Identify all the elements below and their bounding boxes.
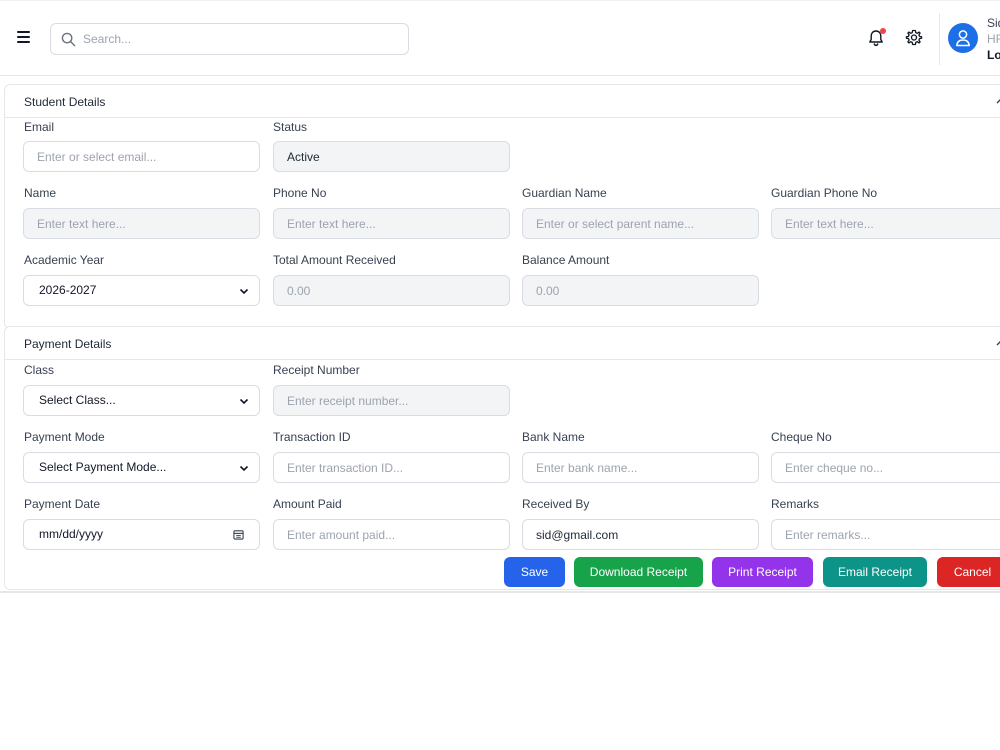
payment-date-label: Payment Date: [24, 497, 101, 511]
total-received-field: [273, 275, 510, 306]
payment-mode-value: Select Payment Mode...: [39, 460, 167, 474]
user-role: HR: [987, 32, 1000, 46]
print-receipt-button[interactable]: Print Receipt: [712, 557, 813, 587]
email-receipt-button[interactable]: Email Receipt: [823, 557, 927, 587]
balance-field: [522, 275, 759, 306]
academic-year-label: Academic Year: [24, 253, 105, 267]
status-field: [273, 141, 510, 172]
section-title: Student Details: [24, 95, 106, 109]
class-value: Select Class...: [39, 393, 116, 407]
receipt-number-field[interactable]: [273, 385, 510, 416]
save-button[interactable]: Save: [504, 557, 565, 587]
email-field[interactable]: [23, 141, 260, 172]
settings-button[interactable]: [904, 28, 926, 50]
received-by-label: Received By: [522, 497, 590, 511]
status-label: Status: [273, 120, 308, 134]
received-by-field[interactable]: [522, 519, 759, 550]
chevron-down-icon: [239, 465, 249, 472]
page-divider: [0, 591, 1000, 593]
name-field[interactable]: [23, 208, 260, 239]
transaction-id-label: Transaction ID: [273, 430, 351, 444]
chevron-down-icon: [239, 398, 249, 405]
payment-mode-select[interactable]: Select Payment Mode...: [23, 452, 260, 483]
avatar[interactable]: [948, 23, 978, 53]
phone-field[interactable]: [273, 208, 510, 239]
student-details-header[interactable]: Student Details: [5, 85, 1000, 118]
payment-mode-label: Payment Mode: [24, 430, 105, 444]
guardian-phone-label: Guardian Phone No: [771, 186, 878, 200]
chevron-down-icon: [239, 288, 249, 295]
download-receipt-button[interactable]: Download Receipt: [574, 557, 703, 587]
search-box[interactable]: [50, 23, 409, 55]
menu-icon[interactable]: [14, 28, 34, 48]
cancel-button[interactable]: Cancel: [937, 557, 1000, 587]
remarks-label: Remarks: [771, 497, 820, 511]
guardian-phone-field[interactable]: [771, 208, 1000, 239]
email-label: Email: [24, 120, 55, 134]
phone-label: Phone No: [273, 186, 327, 200]
user-info: Sid HR Logout: [987, 15, 1000, 63]
chevron-up-icon[interactable]: [995, 96, 1000, 106]
user-name: Sid: [987, 16, 1000, 30]
search-input[interactable]: [83, 24, 403, 54]
payment-date-value: mm/dd/yyyy: [39, 527, 104, 541]
section-title: Payment Details: [24, 337, 112, 351]
gear-icon: [905, 29, 923, 46]
top-bar: Sid HR Logout: [0, 0, 1000, 76]
transaction-id-field[interactable]: [273, 452, 510, 483]
balance-label: Balance Amount: [522, 253, 610, 267]
guardian-name-label: Guardian Name: [522, 186, 607, 200]
payment-details-header[interactable]: Payment Details: [5, 327, 1000, 360]
class-label: Class: [24, 363, 55, 377]
calendar-icon[interactable]: [233, 529, 244, 540]
header-divider: [939, 13, 940, 65]
chevron-up-icon[interactable]: [995, 338, 1000, 348]
academic-year-value: 2026-2027: [39, 283, 97, 297]
bank-name-label: Bank Name: [522, 430, 585, 444]
receipt-number-label: Receipt Number: [273, 363, 360, 377]
notification-dot: [880, 28, 886, 34]
cheque-no-field[interactable]: [771, 452, 1000, 483]
academic-year-select[interactable]: 2026-2027: [23, 275, 260, 306]
bank-name-field[interactable]: [522, 452, 759, 483]
user-icon: [956, 30, 970, 47]
cheque-no-label: Cheque No: [771, 430, 832, 444]
amount-paid-label: Amount Paid: [273, 497, 342, 511]
class-select[interactable]: Select Class...: [23, 385, 260, 416]
payment-date-field[interactable]: mm/dd/yyyy: [23, 519, 260, 550]
name-label: Name: [24, 186, 57, 200]
amount-paid-field[interactable]: [273, 519, 510, 550]
search-icon: [61, 32, 76, 47]
total-received-label: Total Amount Received: [273, 253, 396, 267]
remarks-field[interactable]: [771, 519, 1000, 550]
guardian-name-field[interactable]: [522, 208, 759, 239]
logout-link[interactable]: Logout: [987, 47, 1000, 63]
notifications-button[interactable]: [866, 28, 888, 50]
